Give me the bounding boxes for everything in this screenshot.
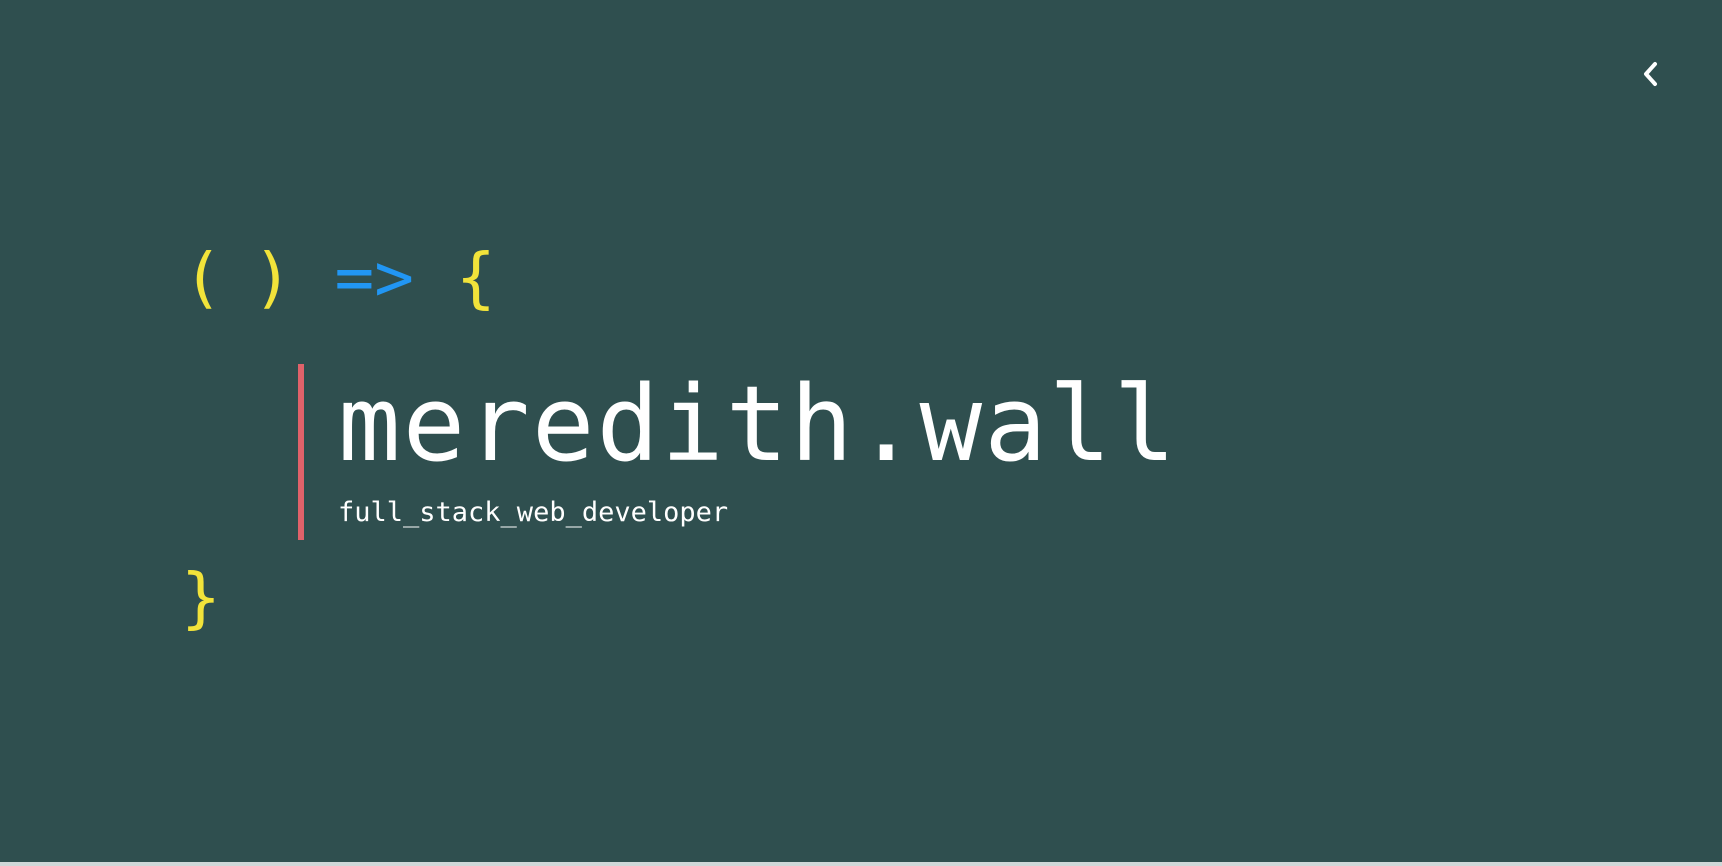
arrow-function-opening: () => { — [183, 238, 496, 318]
next-section-edge — [0, 862, 1722, 866]
hero-page: () => { meredith.wall full_stack_web_devel… — [0, 0, 1722, 866]
close-brace: } — [181, 559, 221, 636]
identity-block: meredith.wall full_stack_web_developer — [298, 364, 1178, 540]
close-paren: ) — [252, 239, 293, 316]
open-paren: ( — [183, 239, 223, 316]
arrow-operator: => — [334, 239, 414, 316]
page-title: meredith.wall — [338, 363, 1178, 485]
job-title: full_stack_web_developer — [338, 497, 729, 528]
chevron-left-icon — [1644, 62, 1657, 86]
nav-toggle-button[interactable] — [1630, 54, 1670, 94]
open-brace: { — [455, 239, 496, 316]
